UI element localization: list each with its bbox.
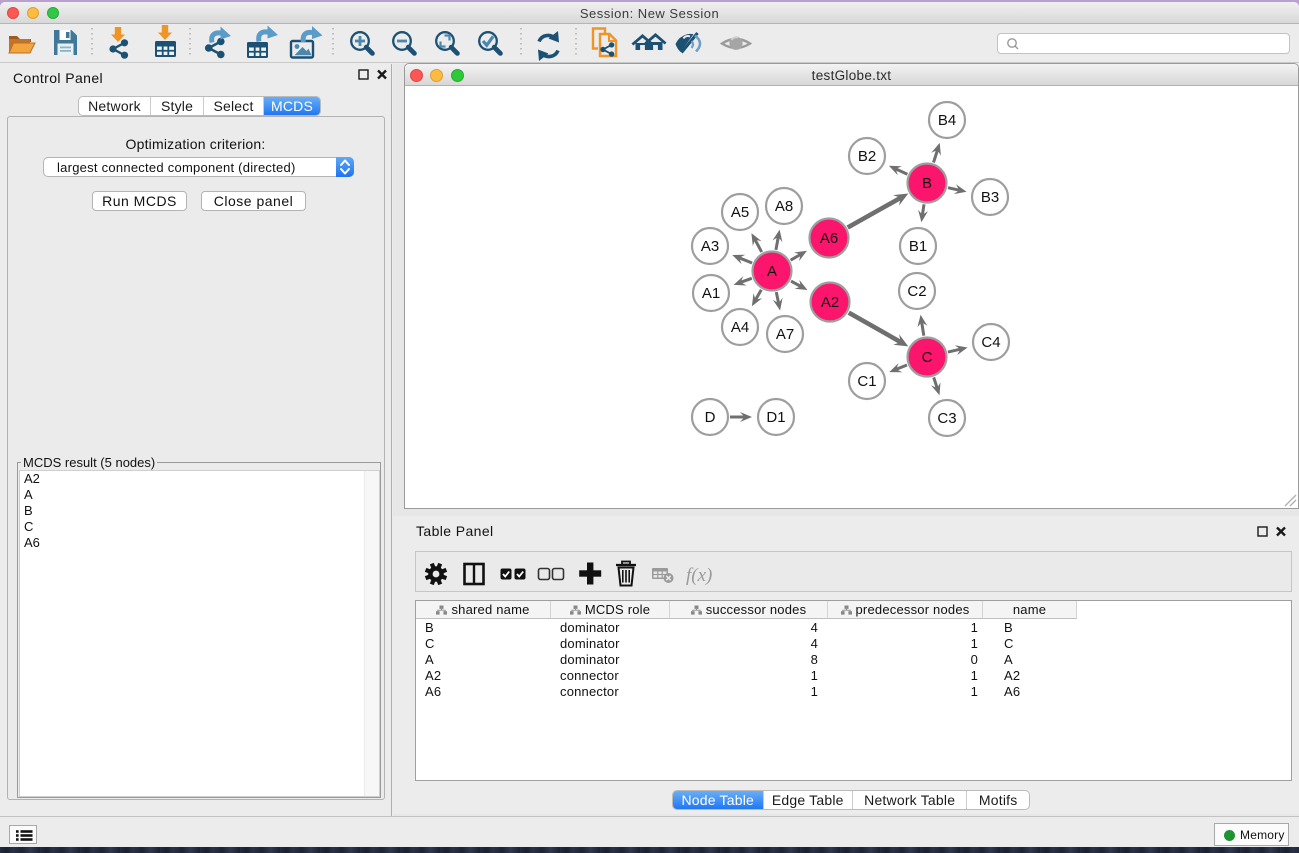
svg-text:C4: C4 [981,334,1000,351]
svg-text:A2: A2 [821,294,839,311]
svg-text:C3: C3 [937,410,956,427]
svg-text:C1: C1 [857,373,876,390]
svg-text:A5: A5 [731,204,749,221]
svg-text:B4: B4 [938,112,956,129]
svg-text:A8: A8 [775,198,793,215]
svg-text:f(x): f(x) [686,565,712,586]
svg-text:A: A [767,263,777,280]
svg-text:A6: A6 [820,230,838,247]
svg-text:B3: B3 [981,189,999,206]
svg-text:B: B [922,175,932,192]
svg-text:C2: C2 [907,283,926,300]
svg-text:D: D [705,409,716,426]
svg-text:C: C [922,349,933,366]
svg-text:A4: A4 [731,319,749,336]
svg-text:B2: B2 [858,148,876,165]
svg-text:B1: B1 [909,238,927,255]
svg-text:A3: A3 [701,238,719,255]
svg-text:D1: D1 [766,409,785,426]
svg-text:A7: A7 [776,326,794,343]
svg-text:A1: A1 [702,285,720,302]
